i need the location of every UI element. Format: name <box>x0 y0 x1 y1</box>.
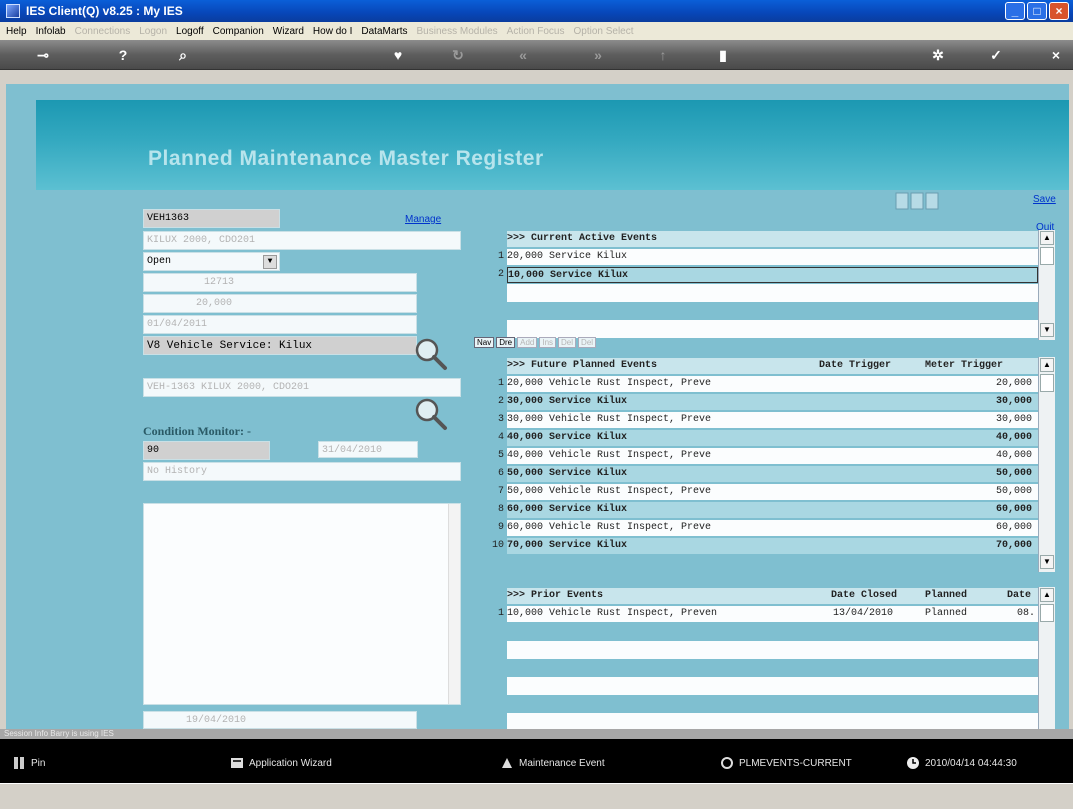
check-icon[interactable]: ✓ <box>983 45 1009 65</box>
tab-ins: Ins <box>539 337 557 348</box>
state-value: Open <box>147 256 172 267</box>
prior-events-scrollbar[interactable]: ▲ <box>1038 587 1055 729</box>
search-icon[interactable]: ⌕ <box>170 45 196 65</box>
page-icon[interactable]: ▮ <box>710 45 736 65</box>
title-bar: IES Client(Q) v8.25 : My IES _ □ × <box>0 0 1073 22</box>
menu-logon: Logon <box>139 25 168 37</box>
menu-companion[interactable]: Companion <box>213 26 264 37</box>
save-link[interactable]: Save <box>1033 194 1056 205</box>
current-events-grid: >>> Current Active Events 1 20,000 Servi… <box>474 230 1055 340</box>
page-banner: Planned Maintenance Master Register <box>36 100 1069 190</box>
app-icon <box>6 4 20 18</box>
settings-icon[interactable]: ✲ <box>925 45 951 65</box>
page-title: Planned Maintenance Master Register <box>148 147 544 170</box>
plm-icon <box>721 757 733 769</box>
condition-monitor-field[interactable]: 90 <box>143 441 270 460</box>
asset-code-field[interactable]: VEH1363 <box>143 209 280 228</box>
menu-infolab[interactable]: Infolab <box>36 26 66 37</box>
taskbar: Pin Application Wizard Maintenance Event… <box>0 739 1073 783</box>
heart-icon[interactable]: ♥ <box>385 45 411 65</box>
session-status: Session Info Barry is using IES <box>0 729 1073 739</box>
up-icon[interactable]: ↑ <box>650 45 676 65</box>
bottom-bar <box>0 783 1073 809</box>
pin-button[interactable]: Pin <box>12 756 45 770</box>
application-wizard-button[interactable]: Application Wizard <box>230 756 332 770</box>
latest-meter-field[interactable]: 12713 <box>143 273 417 292</box>
menu-action-focus: Action Focus <box>506 25 565 37</box>
current-events-header: >>> Current Active Events <box>474 230 1038 247</box>
menu-logoff[interactable]: Logoff <box>176 26 204 37</box>
pin-icon <box>14 757 24 769</box>
menu-datamarts[interactable]: DataMarts <box>361 26 407 37</box>
table-row-selected[interactable]: 2 10,000 Service Kilux <box>474 266 1038 283</box>
tab-add: Add <box>517 337 538 348</box>
minimize-button[interactable]: _ <box>1005 2 1025 20</box>
table-row[interactable]: 4 40,000 Service Kilux 40,000 <box>474 429 1038 446</box>
table-row[interactable]: 2 30,000 Service Kilux 30,000 <box>474 393 1038 410</box>
menu-help[interactable]: Help <box>6 26 27 37</box>
menu-business-modules: Business Modules <box>416 25 498 37</box>
chevron-down-icon[interactable]: ▼ <box>263 255 277 269</box>
help-icon[interactable]: ? <box>110 45 136 65</box>
menu-option-select: Option Select <box>573 25 634 37</box>
tab-del-2: Del <box>578 337 597 348</box>
condition-monitor-heading: Condition Monitor: - <box>143 424 251 438</box>
asset-search-icon[interactable] <box>414 397 448 431</box>
close-button[interactable]: × <box>1049 2 1069 20</box>
notes-scrollbar[interactable] <box>448 504 460 704</box>
tab-dre[interactable]: Dre <box>496 337 516 348</box>
state-select[interactable]: Open ▼ <box>143 252 280 271</box>
table-row[interactable]: 6 50,000 Service Kilux 50,000 <box>474 465 1038 482</box>
plmevents-current-button[interactable]: PLMEVENTS-CURRENT <box>720 756 852 770</box>
maximize-button[interactable]: □ <box>1027 2 1047 20</box>
latest-status-field[interactable]: No History <box>143 462 461 481</box>
event-icon <box>502 758 512 768</box>
forward-icon[interactable]: » <box>585 45 611 65</box>
bottom-date-field[interactable]: 19/04/2010 <box>143 711 417 729</box>
menu-wizard[interactable]: Wizard <box>273 26 304 37</box>
future-events-header: >>> Future Planned Events Date Trigger M… <box>474 357 1038 374</box>
prior-events-header: >>> Prior Events Date Closed Planned Dat… <box>474 587 1038 604</box>
manage-link[interactable]: Manage <box>405 214 441 225</box>
window-title: IES Client(Q) v8.25 : My IES <box>26 4 183 18</box>
refresh-icon[interactable]: ↻ <box>445 45 471 65</box>
table-row[interactable]: 1 20,000 Vehicle Rust Inspect, Preve 20,00… <box>474 375 1038 392</box>
current-events-scrollbar[interactable]: ▲ ▼ <box>1038 230 1055 340</box>
cancel-icon[interactable]: × <box>1043 45 1069 65</box>
notes-textarea[interactable] <box>143 503 461 705</box>
table-row[interactable]: 10 70,000 Service Kilux 70,000 <box>474 537 1038 554</box>
grid-view-icon[interactable] <box>895 192 941 218</box>
menu-bar: Help Infolab Connections Logon Logoff Co… <box>0 22 1073 40</box>
toolbar: ⊸ ? ⌕ ♥ ↻ « » ↑ ▮ ✲ ✓ × <box>0 40 1073 70</box>
table-row[interactable]: 3 30,000 Vehicle Rust Inspect, Preve 30,00… <box>474 411 1038 428</box>
event-group-search-icon[interactable] <box>414 337 448 371</box>
table-row[interactable]: 5 40,000 Vehicle Rust Inspect, Preve 40,00… <box>474 447 1038 464</box>
date-trigger-field[interactable]: 01/04/2011 <box>143 315 417 334</box>
menu-how-do-i[interactable]: How do I <box>313 26 352 37</box>
future-events-grid: >>> Future Planned Events Date Trigger M… <box>474 357 1055 572</box>
menu-connections: Connections <box>74 25 131 37</box>
table-row[interactable]: 8 60,000 Service Kilux 60,000 <box>474 501 1038 518</box>
table-row[interactable]: 1 20,000 Service Kilux <box>474 248 1038 265</box>
trigger-at-field[interactable]: 20,000 <box>143 294 417 313</box>
future-events-scrollbar[interactable]: ▲ ▼ <box>1038 357 1055 572</box>
asset-field[interactable]: VEH-1363 KILUX 2000, CDO201 <box>143 378 461 397</box>
table-row[interactable]: 9 60,000 Vehicle Rust Inspect, Preve 60,00… <box>474 519 1038 536</box>
description-field[interactable]: KILUX 2000, CDO201 <box>143 231 461 250</box>
wizard-icon <box>231 758 243 768</box>
table-row[interactable]: 7 50,000 Vehicle Rust Inspect, Preve 50,00… <box>474 483 1038 500</box>
tab-nav[interactable]: Nav <box>474 337 495 348</box>
clock: 2010/04/14 04:44:30 <box>906 756 1017 770</box>
back-icon[interactable]: « <box>510 45 536 65</box>
event-group-field[interactable]: V8 Vehicle Service: Kilux <box>143 336 417 355</box>
maintenance-event-button[interactable]: Maintenance Event <box>500 756 605 770</box>
tab-del: Del <box>558 337 577 348</box>
clock-icon <box>907 757 919 769</box>
grid-tabs: Nav Dre Add Ins Del Del <box>474 337 597 348</box>
prior-events-grid: >>> Prior Events Date Closed Planned Dat… <box>474 587 1055 729</box>
condition-date-field[interactable]: 31/04/2010 <box>318 441 418 458</box>
key-icon[interactable]: ⊸ <box>30 45 56 65</box>
table-row[interactable]: 1 10,000 Vehicle Rust Inspect, Preven 13… <box>474 605 1038 622</box>
